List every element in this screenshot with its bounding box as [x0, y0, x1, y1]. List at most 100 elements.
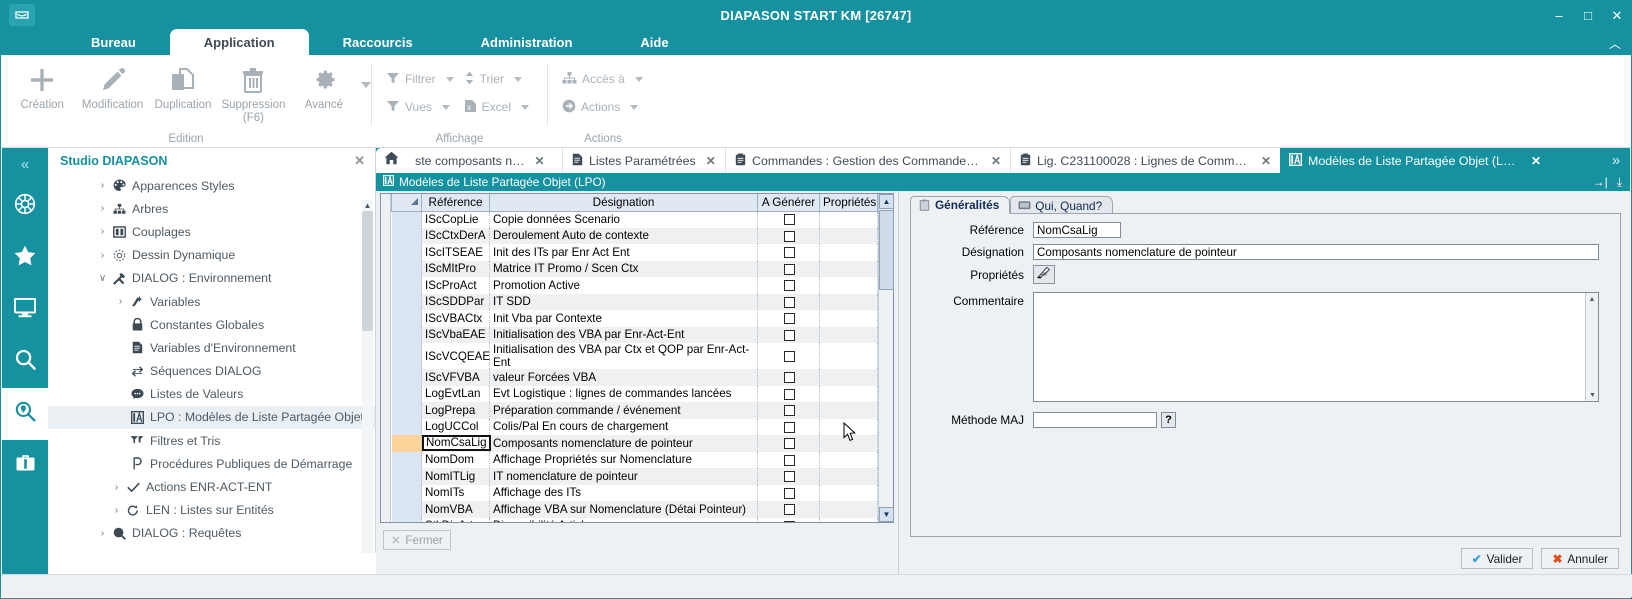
commentaire-scrollbar[interactable]: ▲ ▼ [1585, 293, 1598, 401]
tree-item-variables-environnement[interactable]: Variables d'Environnement [48, 336, 375, 359]
chevron-right-icon[interactable]: › [96, 180, 109, 191]
duplication-button[interactable]: Duplication [148, 62, 218, 112]
table-row[interactable]: IScSDDParIT SDD [392, 294, 878, 311]
row-selector[interactable] [392, 228, 422, 245]
cell-a-generer[interactable] [758, 310, 820, 327]
table-row[interactable]: IScVCQEAEInitialisation des VBA par Ctx … [392, 343, 878, 369]
pin-right-icon[interactable]: →| [1593, 175, 1608, 189]
document-tab-modeles-de-liste-partagee-objet[interactable]: Modèles de Liste Partagée Objet (LPO) ✕ [1280, 148, 1550, 173]
cell-a-generer[interactable] [758, 402, 820, 419]
rail-item-location-search[interactable] [2, 388, 48, 440]
checkbox[interactable] [784, 280, 795, 291]
cell-reference-editor[interactable]: NomCsaLig [422, 435, 491, 451]
chevron-down-icon[interactable]: ∨ [96, 273, 109, 284]
vues-button[interactable]: Vues [382, 96, 458, 118]
methode-maj-help-button[interactable]: ? [1161, 412, 1176, 428]
tree-item-sequences-dialog[interactable]: Séquences DIALOG [48, 360, 375, 383]
row-selector[interactable] [392, 310, 422, 327]
ribbon-tab-application[interactable]: Application [170, 29, 309, 55]
checkbox[interactable] [784, 405, 795, 416]
checkbox[interactable] [784, 247, 795, 258]
table-row[interactable]: LogUCColColis/Pal En cours de chargement [392, 419, 878, 436]
close-icon[interactable]: ✕ [354, 153, 365, 169]
row-selector[interactable] [392, 452, 422, 469]
row-selector[interactable] [392, 261, 422, 278]
table-row[interactable]: NomDomAffichage Propriétés sur Nomenclat… [392, 452, 878, 469]
column-header-select-all[interactable] [392, 194, 422, 211]
proprietes-button[interactable] [1033, 265, 1055, 284]
table-row[interactable]: IScCopLieCopie données Scenario [392, 211, 878, 228]
designation-input[interactable]: Composants nomenclature de pointeur [1033, 244, 1599, 260]
commentaire-scroll-up-icon[interactable]: ▲ [1586, 293, 1598, 305]
row-selector[interactable] [392, 485, 422, 502]
checkbox[interactable] [784, 351, 795, 362]
tree-item-variables[interactable]: › Variables [48, 290, 375, 313]
tree-item-procedures-publiques-de-demarrage[interactable]: Procédures Publiques de Démarrage [48, 452, 375, 475]
detail-tab-qui-quand[interactable]: Qui, Quand? [1010, 196, 1113, 214]
checkbox[interactable] [784, 330, 795, 341]
reference-input[interactable]: NomCsaLig [1033, 222, 1121, 238]
home-tab-button[interactable] [376, 148, 406, 173]
filtrer-button[interactable]: Filtrer [382, 68, 458, 90]
tree-item-arbres[interactable]: › Arbres [48, 197, 375, 220]
row-selector[interactable] [392, 468, 422, 485]
tab-close-icon[interactable]: ✕ [991, 154, 1001, 168]
tree-item-len-listes-sur-entites[interactable]: › LEN : Listes sur Entités [48, 499, 375, 522]
column-header-proprietes[interactable]: Propriétés [820, 194, 878, 211]
maximize-button[interactable]: □ [1580, 9, 1596, 22]
row-selector[interactable] [392, 277, 422, 294]
column-header-a-generer[interactable]: A Générer [758, 194, 820, 211]
document-tab-lignes-de-commande[interactable]: Lig. C231100028 : Lignes de Commande ✕ [1010, 148, 1280, 173]
table-row[interactable]: IScMItProMatrice IT Promo / Scen Ctx [392, 261, 878, 278]
checkbox[interactable] [784, 438, 795, 449]
tab-close-icon[interactable]: ✕ [1261, 154, 1271, 168]
tree-scroll-up-icon[interactable]: ▲ [362, 200, 373, 211]
table-row-selected[interactable]: NomCsaLigComposants nomenclature de poin… [392, 435, 878, 452]
document-tab-commandes[interactable]: Commandes : Gestion des Commandes C… ✕ [725, 148, 1010, 173]
filtrer-caret-icon[interactable] [446, 77, 454, 82]
chevron-right-icon[interactable]: › [96, 250, 109, 261]
document-tab-composants[interactable]: ste composants n… ✕ [406, 148, 562, 173]
row-selector[interactable] [392, 294, 422, 311]
tree-item-dialog-requetes[interactable]: › DIALOG : Requêtes [48, 522, 375, 545]
tab-close-icon[interactable]: ✕ [1531, 154, 1541, 168]
tree-scrollbar[interactable]: ▲ ▼ [362, 200, 373, 553]
cell-a-generer[interactable] [758, 261, 820, 278]
checkbox[interactable] [784, 214, 795, 225]
suppression-button[interactable]: Suppression(F6) [218, 62, 288, 125]
table-row[interactable]: LogEvtLanEvt Logistique : lignes de comm… [392, 386, 878, 403]
chevron-right-icon[interactable]: › [110, 482, 123, 493]
cell-a-generer[interactable] [758, 501, 820, 518]
cell-a-generer[interactable] [758, 452, 820, 469]
tree-item-apparences-styles[interactable]: › Apparences Styles [48, 174, 375, 197]
tree-item-listes-de-valeurs[interactable]: Listes de Valeurs [48, 383, 375, 406]
tree-item-filtres-et-tris[interactable]: Filtres et Tris [48, 429, 375, 452]
excel-button[interactable]: x Excel [460, 96, 533, 118]
table-row[interactable]: NomVBAAffichage VBA sur Nomenclature (Dé… [392, 501, 878, 518]
chevron-double-left-icon[interactable]: « [2, 148, 48, 180]
close-button[interactable]: ✕ [1609, 9, 1625, 22]
cell-a-generer[interactable] [758, 419, 820, 436]
fermer-button[interactable]: ✕ Fermer [383, 530, 451, 550]
grid-scroll-down-icon[interactable]: ▼ [879, 507, 894, 522]
checkbox[interactable] [784, 313, 795, 324]
cell-a-generer[interactable] [758, 211, 820, 228]
row-selector[interactable] [392, 435, 422, 452]
grid-vertical-scrollbar[interactable]: ▲ ▼ [878, 194, 893, 522]
detail-tab-generalites[interactable]: Généralités [910, 196, 1010, 214]
checkbox[interactable] [784, 231, 795, 242]
rail-item-monitor[interactable] [2, 284, 48, 336]
modification-button[interactable]: Modification [77, 62, 147, 112]
chevron-right-icon[interactable]: › [96, 203, 109, 214]
methode-maj-input[interactable] [1033, 412, 1157, 428]
annuler-button[interactable]: ✖ Annuler [1541, 548, 1619, 569]
checkbox[interactable] [784, 264, 795, 275]
excel-caret-icon[interactable] [521, 105, 529, 110]
table-row[interactable]: IScITSEAEInit des ITs par Enr Act Ent [392, 244, 878, 261]
actions-caret-icon[interactable] [630, 105, 638, 110]
chevron-right-icon[interactable]: › [114, 296, 127, 307]
row-selector[interactable] [392, 369, 422, 386]
checkbox[interactable] [784, 372, 795, 383]
tree-item-dialog-environnement[interactable]: ∨ DIALOG : Environnement [48, 267, 375, 290]
tab-close-icon[interactable]: ✕ [535, 154, 545, 168]
